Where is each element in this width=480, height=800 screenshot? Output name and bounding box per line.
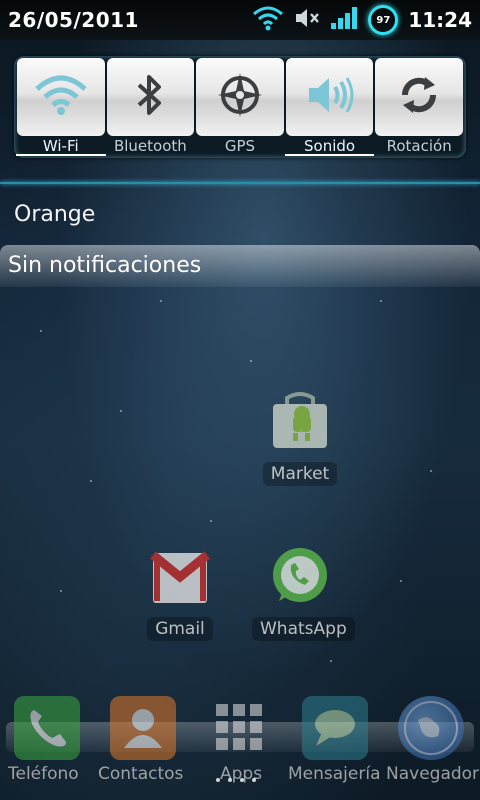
panel-divider bbox=[0, 182, 480, 184]
dock-browser-button[interactable] bbox=[398, 696, 464, 760]
wifi-icon bbox=[33, 73, 89, 121]
rotation-toggle-label: Rotación bbox=[386, 137, 452, 155]
signal-icon bbox=[330, 6, 358, 34]
status-date: 26/05/2011 bbox=[8, 8, 139, 32]
rotation-icon bbox=[397, 73, 441, 121]
globe-icon bbox=[398, 701, 464, 764]
app-label: Market bbox=[262, 462, 338, 486]
status-time: 11:24 bbox=[408, 8, 472, 32]
gmail-icon bbox=[149, 551, 211, 611]
sound-toggle-button[interactable] bbox=[285, 58, 374, 136]
dock: Teléfono Contactos Apps Mensajería Naveg… bbox=[0, 692, 480, 800]
quick-settings-panel: Wi-Fi Bluetooth GPS Sonido Rotación bbox=[14, 56, 466, 158]
wifi-toggle-label: Wi-Fi bbox=[16, 136, 106, 156]
dock-messaging-button[interactable] bbox=[302, 696, 368, 760]
dock-apps-button[interactable] bbox=[206, 696, 272, 760]
contacts-icon bbox=[110, 709, 176, 764]
muted-speaker-icon bbox=[294, 6, 320, 34]
app-market[interactable]: Market bbox=[252, 390, 348, 486]
rotation-toggle-button[interactable] bbox=[375, 58, 463, 136]
gps-toggle-label: GPS bbox=[224, 137, 256, 155]
speaker-icon bbox=[305, 73, 355, 121]
wifi-toggle-button[interactable] bbox=[17, 58, 105, 136]
dock-label-phone: Teléfono bbox=[8, 764, 79, 784]
gps-toggle-button[interactable] bbox=[196, 58, 284, 136]
status-bar: 26/05/2011 97 11:24 bbox=[0, 0, 480, 40]
wifi-icon bbox=[252, 5, 284, 35]
dock-contacts-button[interactable] bbox=[110, 696, 176, 760]
phone-icon bbox=[14, 710, 80, 764]
battery-ring-icon: 97 bbox=[368, 5, 399, 35]
app-label: Gmail bbox=[147, 617, 213, 641]
sound-toggle-label: Sonido bbox=[284, 136, 375, 156]
dock-label-browser: Navegador bbox=[386, 764, 480, 784]
no-notifications-text: Sin notificaciones bbox=[8, 253, 202, 278]
app-grid-icon bbox=[206, 704, 272, 764]
app-gmail[interactable]: Gmail bbox=[132, 545, 228, 641]
dock-phone-button[interactable] bbox=[14, 696, 80, 760]
messaging-icon bbox=[302, 710, 368, 764]
bluetooth-icon bbox=[133, 71, 167, 123]
dock-handle[interactable] bbox=[206, 768, 266, 794]
bluetooth-toggle-label: Bluetooth bbox=[113, 137, 187, 155]
gps-icon bbox=[216, 71, 264, 123]
app-whatsapp[interactable]: WhatsApp bbox=[252, 545, 355, 641]
market-bag-icon bbox=[269, 392, 331, 456]
dock-label-messaging: Mensajería bbox=[288, 764, 381, 784]
bluetooth-toggle-button[interactable] bbox=[106, 58, 195, 136]
whatsapp-icon bbox=[269, 548, 331, 611]
dock-label-contacts: Contactos bbox=[98, 764, 184, 784]
app-label: WhatsApp bbox=[252, 617, 355, 641]
carrier-label: Orange bbox=[14, 202, 96, 227]
